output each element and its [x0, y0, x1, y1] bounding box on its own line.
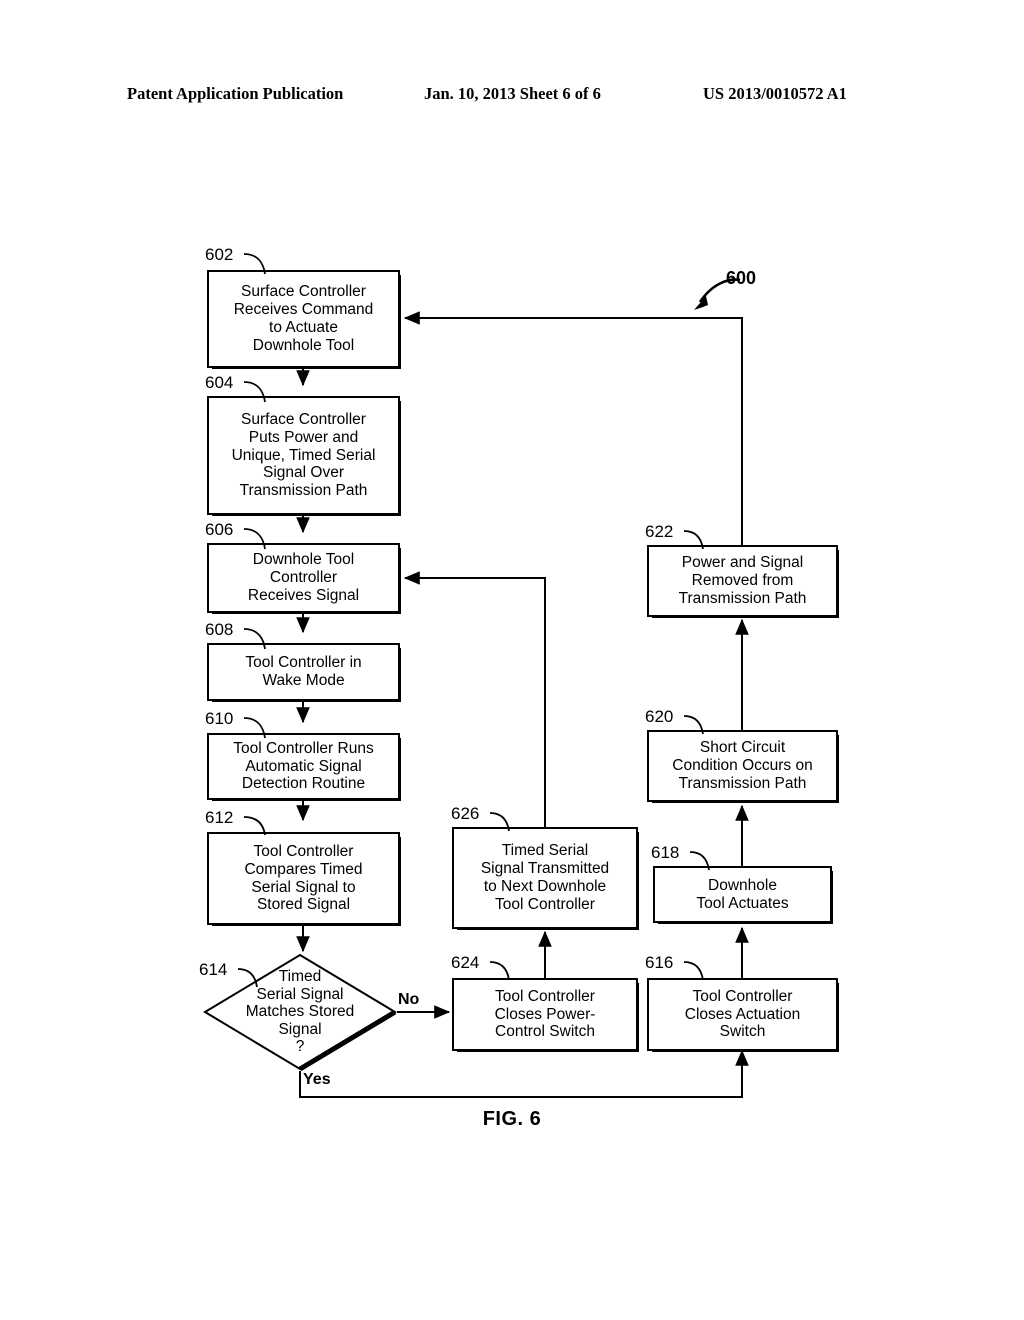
node-606-downhole-tool-controller-receives-signal[interactable]: Downhole Tool Controller Receives Signal — [207, 543, 401, 614]
node-614-line-1: Timed — [278, 968, 322, 986]
node-620-short-circuit-condition[interactable]: Short Circuit Condition Occurs on Transm… — [647, 730, 839, 803]
node-616-line-3: Switch — [719, 1023, 766, 1041]
node-602-line-4: Downhole Tool — [252, 336, 355, 354]
node-612-tool-controller-compares-signal[interactable]: Tool Controller Compares Timed Serial Si… — [207, 832, 401, 926]
node-622-power-and-signal-removed[interactable]: Power and Signal Removed from Transmissi… — [647, 545, 839, 618]
ref-numeral-604: 604 — [205, 373, 234, 392]
figure-numeral-600: 600 — [726, 268, 757, 288]
node-606-line-2: Controller — [269, 569, 338, 587]
node-614-decision-timed-serial-signal-matches[interactable]: Timed Serial Signal Matches Stored Signa… — [203, 953, 397, 1071]
node-612-line-4: Stored Signal — [256, 896, 351, 914]
wire-626-606 — [403, 571, 546, 827]
wire-622-602 — [403, 311, 743, 545]
node-610-line-3: Detection Routine — [241, 775, 366, 793]
node-618-line-1: Downhole — [708, 876, 777, 894]
node-614-line-4: Signal — [278, 1020, 322, 1038]
node-620-line-1: Short Circuit — [699, 739, 786, 757]
node-610-line-1: Tool Controller Runs — [233, 739, 374, 757]
node-618-line-2: Tool Actuates — [696, 894, 789, 912]
ref-numeral-610: 610 — [205, 709, 234, 728]
node-608-tool-controller-wake-mode[interactable]: Tool Controller in Wake Mode — [207, 643, 401, 702]
node-626-line-4: Tool Controller — [495, 895, 595, 913]
node-626-timed-serial-signal-transmitted-next[interactable]: Timed Serial Signal Transmitted to Next … — [452, 827, 639, 930]
node-612-line-2: Compares Timed — [244, 860, 363, 878]
node-604-line-3: Unique, Timed Serial — [231, 446, 376, 464]
node-624-tool-controller-closes-power-control-switch[interactable]: Tool Controller Closes Power- Control Sw… — [452, 978, 639, 1052]
ref-numeral-620: 620 — [645, 707, 674, 726]
node-622-line-2: Removed from — [691, 572, 794, 590]
patent-figure-page: Patent Application Publication Jan. 10, … — [0, 0, 1024, 1320]
node-602-line-1: Surface Controller — [241, 283, 366, 301]
node-618-downhole-tool-actuates[interactable]: Downhole Tool Actuates — [653, 866, 833, 924]
figure-caption: FIG. 6 — [482, 1108, 542, 1130]
node-616-line-1: Tool Controller — [692, 987, 793, 1005]
ref-numeral-606: 606 — [205, 520, 234, 539]
node-604-line-1: Surface Controller — [241, 410, 366, 428]
node-604-line-4: Signal Over — [263, 464, 344, 482]
node-616-line-2: Closes Actuation — [684, 1005, 801, 1023]
branch-label-no: No — [398, 991, 420, 1008]
node-624-line-2: Closes Power- — [494, 1005, 596, 1023]
ref-numeral-616: 616 — [645, 953, 674, 972]
node-602-line-3: to Actuate — [269, 319, 338, 336]
ref-numeral-618: 618 — [651, 843, 680, 862]
header-pub-number: US 2013/0010572 A1 — [703, 84, 847, 103]
branch-label-yes: Yes — [303, 1071, 331, 1088]
ref-numeral-612: 612 — [205, 808, 234, 827]
node-612-line-3: Serial Signal to — [251, 878, 356, 896]
node-614-line-3: Matches Stored — [245, 1003, 355, 1021]
node-602-surface-controller-receives-command[interactable]: Surface Controller Receives Command to A… — [207, 270, 401, 369]
ref-numeral-614: 614 — [199, 960, 228, 979]
ref-numeral-608: 608 — [205, 620, 234, 639]
node-608-line-1: Tool Controller in — [245, 654, 362, 672]
node-626-line-1: Timed Serial — [501, 842, 589, 860]
ref-numeral-624: 624 — [451, 953, 480, 972]
node-626-line-3: to Next Downhole — [483, 878, 607, 895]
ref-numeral-626: 626 — [451, 804, 480, 823]
page-header: Patent Application Publication Jan. 10, … — [0, 84, 1024, 110]
node-604-surface-controller-puts-power[interactable]: Surface Controller Puts Power and Unique… — [207, 396, 401, 516]
node-614-line-5: ? — [295, 1038, 305, 1056]
node-606-line-1: Downhole Tool — [252, 551, 355, 569]
node-626-line-2: Signal Transmitted — [480, 860, 610, 878]
ref-numeral-602: 602 — [205, 245, 234, 264]
header-date-sheet: Jan. 10, 2013 Sheet 6 of 6 — [424, 84, 601, 103]
header-publication: Patent Application Publication — [127, 84, 344, 103]
node-622-line-3: Transmission Path — [678, 589, 807, 607]
ref-numeral-622: 622 — [645, 522, 674, 541]
node-620-line-2: Condition Occurs on — [672, 757, 813, 775]
node-612-line-1: Tool Controller — [253, 842, 354, 860]
node-606-line-3: Receives Signal — [247, 586, 360, 604]
node-604-line-5: Transmission Path — [239, 482, 368, 500]
node-620-line-3: Transmission Path — [678, 774, 807, 792]
node-610-line-2: Automatic Signal — [245, 757, 362, 775]
node-614-line-2: Serial Signal — [256, 985, 344, 1003]
node-610-tool-controller-runs-detection-routine[interactable]: Tool Controller Runs Automatic Signal De… — [207, 733, 401, 801]
node-624-line-1: Tool Controller — [495, 987, 595, 1005]
node-602-line-2: Receives Command — [233, 301, 374, 319]
node-624-line-3: Control Switch — [495, 1023, 595, 1041]
node-604-line-2: Puts Power and — [248, 428, 359, 446]
node-616-tool-controller-closes-actuation-switch[interactable]: Tool Controller Closes Actuation Switch — [647, 978, 839, 1052]
node-608-line-2: Wake Mode — [262, 672, 345, 689]
node-622-line-1: Power and Signal — [681, 554, 804, 572]
